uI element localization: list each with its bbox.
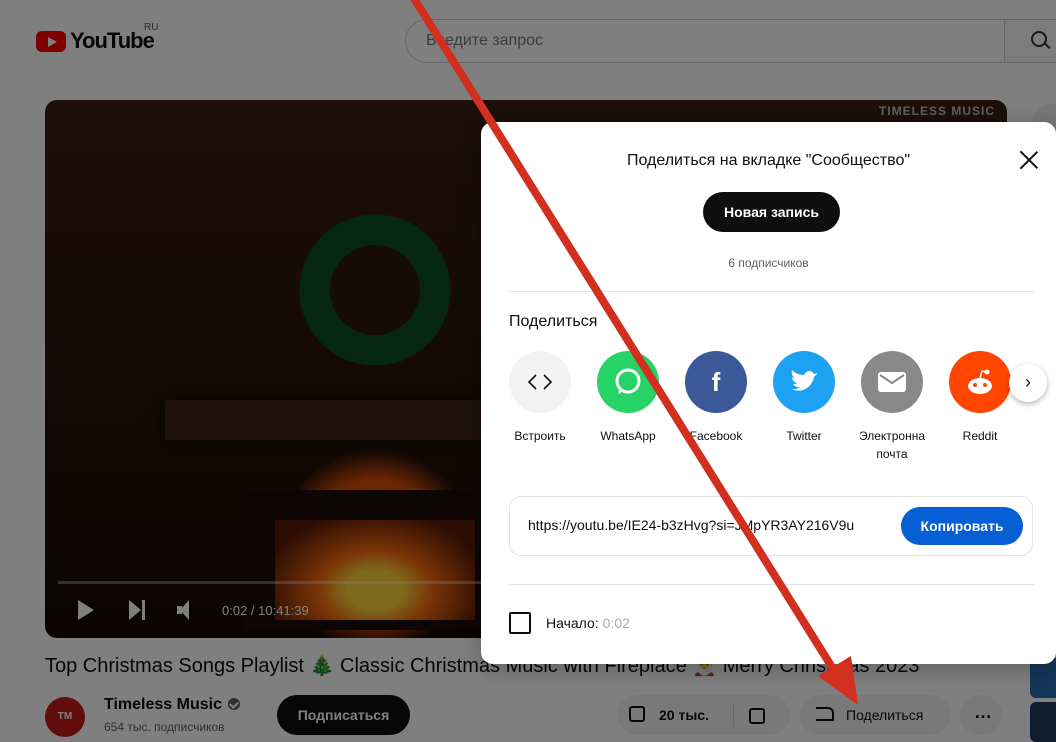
recommended-thumbnail[interactable]: [1030, 702, 1056, 742]
youtube-play-logo-icon: [36, 30, 66, 52]
start-at-label: Начало: 0:02: [546, 615, 630, 631]
embed-icon: [509, 351, 571, 413]
share-button-label: Поделиться: [846, 707, 924, 723]
channel-name-text: Timeless Music: [104, 696, 222, 713]
email-icon: [861, 351, 923, 413]
twitter-icon: [773, 351, 835, 413]
share-link-box[interactable]: https://youtu.be/IE24-b3zHvg?si=JMpYR3AY…: [509, 496, 1033, 556]
search-placeholder: Введите запрос: [426, 32, 543, 49]
divider: [509, 584, 1034, 585]
share-arrow-icon: [816, 707, 834, 721]
subscribe-button[interactable]: Подписаться: [277, 695, 410, 735]
logo-text: YouTube: [70, 28, 155, 53]
copy-button[interactable]: Копировать: [901, 507, 1023, 545]
share-target-label: Встроить: [514, 429, 566, 443]
whatsapp-icon: [597, 351, 659, 413]
share-heading: Поделиться: [509, 313, 598, 330]
share-target-label: Электронна почта: [858, 429, 926, 461]
share-target-whatsapp[interactable]: WhatsApp: [585, 351, 671, 445]
verified-icon: [227, 698, 240, 710]
channel-subscriber-count: 654 тыс. подписчиков: [104, 720, 225, 734]
channel-avatar[interactable]: TM: [45, 697, 85, 737]
next-icon[interactable]: [129, 600, 147, 620]
time-display: 0:02 / 10:41:39: [222, 603, 309, 618]
search-icon: [1031, 31, 1047, 47]
new-post-button[interactable]: Новая запись: [703, 192, 840, 232]
share-target-reddit[interactable]: Reddit: [937, 351, 1023, 445]
volume-icon[interactable]: [177, 600, 197, 620]
share-dialog: Поделиться на вкладке "Сообщество" Новая…: [481, 122, 1056, 664]
like-dislike-group: 20 тыс.: [617, 695, 790, 735]
share-target-embed[interactable]: Встроить: [497, 351, 583, 445]
search-button[interactable]: [1004, 19, 1056, 63]
channel-name[interactable]: Timeless Music: [104, 696, 240, 714]
youtube-logo[interactable]: YouTube RU: [36, 22, 158, 54]
start-at-time[interactable]: 0:02: [603, 615, 630, 631]
reddit-icon: [949, 351, 1011, 413]
like-dislike-divider: [733, 703, 734, 727]
share-link-text[interactable]: https://youtu.be/IE24-b3zHvg?si=JMpYR3AY…: [528, 517, 896, 533]
start-at-checkbox[interactable]: [509, 612, 531, 634]
divider: [509, 291, 1034, 292]
like-count[interactable]: 20 тыс.: [659, 695, 709, 735]
recommended-thumbnail[interactable]: [1030, 658, 1056, 698]
facebook-icon: f: [685, 351, 747, 413]
more-actions-button[interactable]: …: [960, 695, 1002, 735]
more-icon: …: [974, 702, 992, 722]
subscriber-count: 6 подписчиков: [728, 256, 809, 270]
share-target-email[interactable]: Электронна почта: [849, 351, 935, 463]
share-target-facebook[interactable]: f Facebook: [673, 351, 759, 445]
share-target-label: Facebook: [689, 429, 743, 443]
thumbs-down-icon[interactable]: [749, 708, 765, 724]
search-input[interactable]: Введите запрос: [405, 19, 1005, 63]
share-target-twitter[interactable]: Twitter: [761, 351, 847, 445]
start-at-label-text: Начало:: [546, 615, 599, 631]
share-button[interactable]: Поделиться: [800, 695, 951, 735]
close-icon[interactable]: [1017, 148, 1041, 172]
chevron-right-icon[interactable]: ›: [1009, 364, 1047, 402]
logo-region: RU: [144, 22, 159, 33]
community-share-heading: Поделиться на вкладке "Сообщество": [626, 152, 911, 169]
thumbs-up-icon[interactable]: [629, 706, 645, 722]
share-target-label: Twitter: [786, 429, 822, 443]
play-icon[interactable]: [78, 600, 94, 620]
share-target-label: Reddit: [962, 429, 998, 443]
share-target-label: WhatsApp: [600, 429, 656, 443]
channel-watermark: TIMELESS MUSIC: [878, 104, 995, 118]
